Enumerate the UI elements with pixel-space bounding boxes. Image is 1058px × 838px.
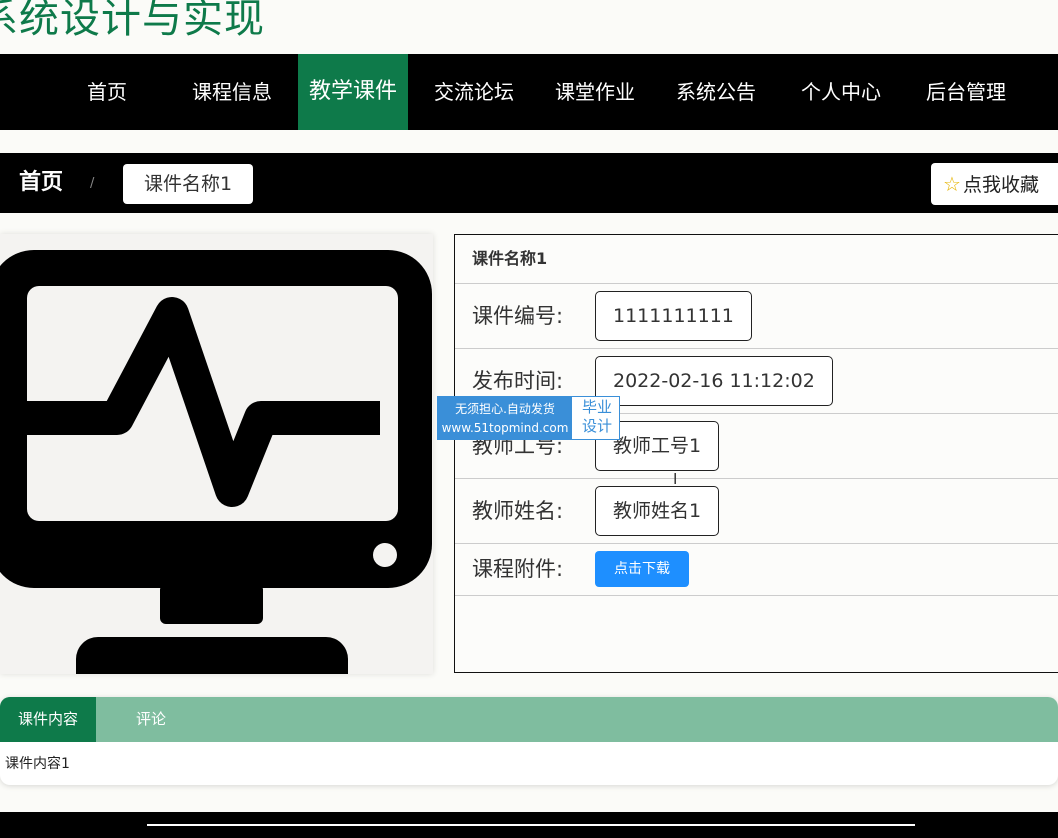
detail-value: 教师姓名1	[595, 486, 720, 536]
nav-item-personal-center[interactable]: 个人中心	[791, 54, 891, 130]
nav-item-home[interactable]: 首页	[67, 54, 147, 130]
favorite-label: 点我收藏	[962, 174, 1039, 196]
detail-row-number: 课件编号: 1111111111	[455, 284, 1058, 349]
watermark-badge: 无须担心.自动发货 www.51topmind.com 毕业 设计	[437, 396, 620, 440]
watermark-line: 无须担心.自动发货	[455, 402, 555, 416]
nav-item-course-info[interactable]: 课程信息	[182, 54, 282, 130]
content-tabs: 课件内容 评论 课件内容1	[0, 697, 1058, 785]
watermark-tag-line: 设计	[581, 417, 612, 435]
favorite-button[interactable]: ☆ 点我收藏	[931, 163, 1058, 205]
detail-label: 课程附件:	[472, 557, 564, 581]
download-button[interactable]: 点击下载	[595, 551, 689, 587]
tab-content[interactable]: 课件内容	[0, 697, 96, 742]
courseware-details: 课件名称1 课件编号: 1111111111 发布时间: 2022-02-16 …	[454, 234, 1058, 673]
footer-divider	[147, 824, 915, 826]
site-title: 系统设计与实现	[0, 0, 265, 42]
detail-value: 2022-02-16 11:12:02	[595, 356, 833, 406]
monitor-pulse-icon	[0, 250, 432, 674]
detail-label: 教师姓名:	[472, 499, 564, 523]
watermark-tag-line: 毕业	[581, 398, 612, 416]
nav-item-homework[interactable]: 课堂作业	[545, 54, 645, 130]
star-icon: ☆	[943, 172, 961, 196]
watermark-tag: 毕业 设计	[576, 398, 618, 436]
breadcrumb: 首页 / 课件名称1 ☆ 点我收藏	[0, 153, 1058, 213]
detail-value: 1111111111	[595, 291, 752, 341]
breadcrumb-current: 课件名称1	[123, 164, 253, 204]
watermark-text: 无须担心.自动发货 www.51topmind.com	[438, 397, 572, 439]
tab-strip: 课件内容 评论	[0, 697, 1058, 742]
detail-row-attachment: 课程附件: 点击下载	[455, 544, 1058, 596]
tab-comments[interactable]: 评论	[104, 697, 198, 742]
breadcrumb-separator: /	[90, 176, 95, 191]
tab-body-text: 课件内容1	[5, 756, 70, 772]
nav-item-admin[interactable]: 后台管理	[916, 54, 1016, 130]
nav-item-forum[interactable]: 交流论坛	[424, 54, 524, 130]
details-title: 课件名称1	[455, 235, 1058, 284]
main-nav: 首页 课程信息 教学课件 交流论坛 课堂作业 系统公告 个人中心 后台管理	[0, 54, 1058, 130]
nav-item-announcements[interactable]: 系统公告	[666, 54, 766, 130]
nav-item-courseware[interactable]: 教学课件	[298, 54, 408, 130]
courseware-image	[0, 234, 433, 674]
detail-label: 课件编号:	[472, 304, 564, 328]
breadcrumb-home-link[interactable]: 首页	[19, 153, 63, 213]
footer-bar	[0, 812, 1058, 838]
text-cursor-icon: I	[673, 470, 678, 488]
detail-row-teacher-name: 教师姓名: 教师姓名1	[455, 479, 1058, 544]
watermark-url: www.51topmind.com	[441, 421, 569, 435]
